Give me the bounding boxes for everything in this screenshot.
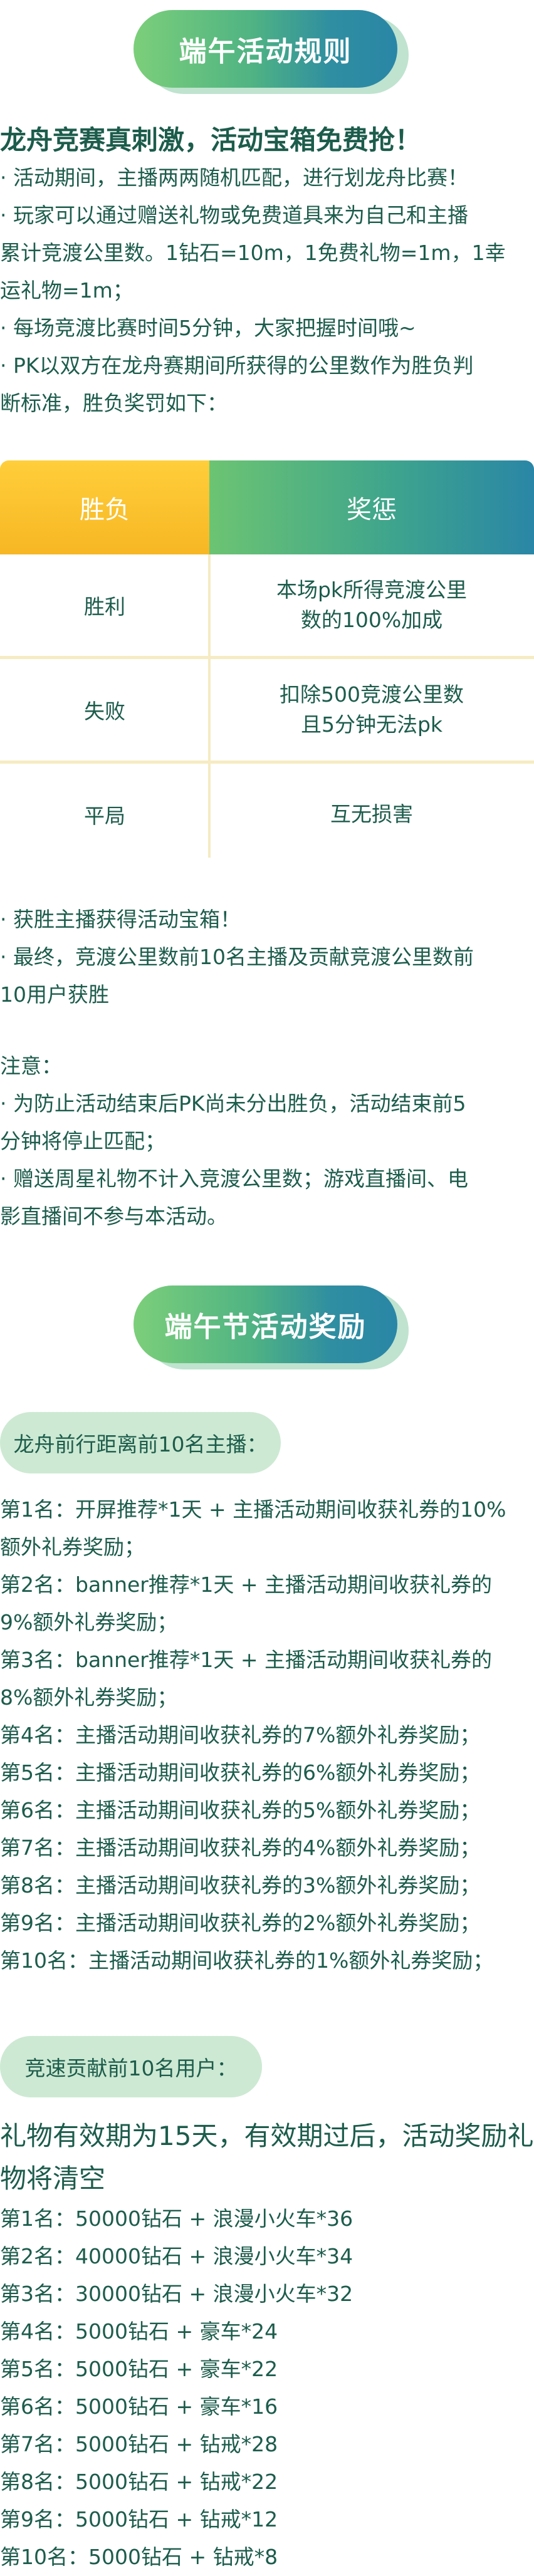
- rank-line: 第1名：开屏推荐*1天 + 主播活动期间收获礼券的10%: [0, 1497, 506, 1522]
- rank-line: 第7名：5000钻石 + 钻戒*28: [0, 2432, 278, 2456]
- row-reward: 扣除500竞渡公里数 且5分钟无法pk: [209, 659, 534, 761]
- notice-line: 影直播间不参与本活动。: [0, 1204, 228, 1228]
- rule-line: · 玩家可以通过赠送礼物或免费道具来为自己和主播: [0, 203, 468, 227]
- validity-line: 礼物有效期为15天，有效期过后，活动奖励礼: [0, 2121, 534, 2151]
- rules-title: 端午活动规则: [134, 10, 397, 88]
- rank-line: 第5名：主播活动期间收获礼券的6%额外礼券奖励；: [0, 1760, 481, 1785]
- validity-line: 物将清空: [0, 2163, 106, 2194]
- rank-line: 8%额外礼券奖励；: [0, 1685, 178, 1710]
- reward-line: 本场pk所得竞渡公里: [276, 578, 468, 602]
- rewards-title: 端午节活动奖励: [134, 1285, 397, 1363]
- rank-line: 第3名：30000钻石 + 浪漫小火车*32: [0, 2282, 353, 2306]
- table-row: 平局 互无损害: [0, 764, 534, 865]
- rules-title-banner: 端午活动规则: [134, 10, 410, 100]
- rank-line: 第6名：主播活动期间收获礼券的5%额外礼券奖励；: [0, 1798, 481, 1822]
- rank-line: 第9名：5000钻石 + 钻戒*12: [0, 2507, 278, 2532]
- rule-line: · 每场竞渡比赛时间5分钟，大家把握时间哦~: [0, 316, 416, 340]
- text-line: 10用户获胜: [0, 982, 109, 1007]
- reward-line: 且5分钟无法pk: [300, 712, 443, 737]
- notice-line: 分钟将停止匹配；: [0, 1129, 165, 1153]
- anchor-rank-list: 第1名：开屏推荐*1天 + 主播活动期间收获礼券的10% 额外礼券奖励； 第2名…: [0, 1491, 534, 1980]
- notice-label: 注意：: [0, 1054, 62, 1078]
- notice-block: 注意： · 为防止活动结束后PK尚未分出胜负，活动结束前5 分钟将停止匹配； ·…: [0, 1047, 534, 1235]
- header-reward: 奖惩: [209, 460, 534, 554]
- rule-line: 累计竞渡公里数。1钻石=10m，1免费礼物=1m，1幸: [0, 241, 506, 265]
- rule-line: · PK以双方在龙舟赛期间所获得的公里数作为胜负判: [0, 353, 474, 378]
- row-result: 平局: [84, 804, 125, 828]
- rank-line: 第4名：主播活动期间收获礼券的7%额外礼券奖励；: [0, 1723, 481, 1747]
- rank-line: 第7名：主播活动期间收获礼券的4%额外礼券奖励；: [0, 1836, 481, 1860]
- rank-line: 第5名：5000钻石 + 豪车*22: [0, 2357, 278, 2381]
- rank-line: 第10名：5000钻石 + 钻戒*8: [0, 2545, 278, 2569]
- rank-line: 第1名：50000钻石 + 浪漫小火车*36: [0, 2206, 353, 2231]
- rule-line: 断标准，胜负奖罚如下：: [0, 391, 228, 415]
- rank-line: 额外礼券奖励；: [0, 1535, 145, 1559]
- header-result: 胜负: [0, 460, 209, 554]
- text-line: · 获胜主播获得活动宝箱！: [0, 907, 241, 932]
- rank-line: 第10名：主播活动期间收获礼券的1%额外礼券奖励；: [0, 1948, 494, 1973]
- row-reward: 本场pk所得竞渡公里 数的100%加成: [209, 554, 534, 656]
- rank-line: 第9名：主播活动期间收获礼券的2%额外礼券奖励；: [0, 1911, 481, 1935]
- rank-line: 第8名：5000钻石 + 钻戒*22: [0, 2470, 278, 2494]
- validity-note: 礼物有效期为15天，有效期过后，活动奖励礼 物将清空: [0, 2115, 534, 2200]
- notice-line: · 赠送周星礼物不计入竞渡公里数；游戏直播间、电: [0, 1166, 468, 1191]
- rule-item: · 活动期间，主播两两随机匹配，进行划龙舟比赛！ · 玩家可以通过赠送礼物或免费…: [0, 159, 534, 422]
- row-reward: 互无损害: [209, 764, 534, 865]
- after-table-text: · 获胜主播获得活动宝箱！ · 最终，竞渡公里数前10名主播及贡献竞渡公里数前 …: [0, 901, 534, 1014]
- rank-line: 第4名：5000钻石 + 豪车*24: [0, 2319, 278, 2344]
- rank-line: 第2名：banner推荐*1天 + 主播活动期间收获礼券的: [0, 1572, 492, 1597]
- reward-line: 互无损害: [330, 802, 413, 826]
- reward-line: 数的100%加成: [300, 608, 443, 632]
- table-header: 胜负 奖惩: [0, 460, 534, 554]
- notice-line: · 为防止活动结束后PK尚未分出胜负，活动结束前5: [0, 1091, 466, 1116]
- rank-line: 第3名：banner推荐*1天 + 主播活动期间收获礼券的: [0, 1648, 492, 1672]
- rank-line: 第6名：5000钻石 + 豪车*16: [0, 2394, 278, 2419]
- table-row: 失败 扣除500竞渡公里数 且5分钟无法pk: [0, 659, 534, 761]
- rewards-title-banner: 端午节活动奖励: [134, 1285, 410, 1376]
- user-section-label: 竞速贡献前10名用户：: [0, 2036, 262, 2097]
- rank-line: 9%额外礼券奖励；: [0, 1610, 178, 1634]
- rule-line: 运礼物=1m；: [0, 278, 134, 303]
- reward-penalty-table: 胜负 奖惩 胜利 本场pk所得竞渡公里 数的100%加成 失败 扣除500竞渡公里…: [0, 460, 534, 864]
- table-row: 胜利 本场pk所得竞渡公里 数的100%加成: [0, 554, 534, 656]
- rule-line: · 活动期间，主播两两随机匹配，进行划龙舟比赛！: [0, 165, 468, 190]
- user-rank-list: 第1名：50000钻石 + 浪漫小火车*36 第2名：40000钻石 + 浪漫小…: [0, 2200, 534, 2576]
- rank-line: 第8名：主播活动期间收获礼券的3%额外礼券奖励；: [0, 1873, 481, 1898]
- rank-line: 第2名：40000钻石 + 浪漫小火车*34: [0, 2244, 353, 2268]
- reward-line: 扣除500竞渡公里数: [280, 682, 464, 707]
- text-line: · 最终，竞渡公里数前10名主播及贡献竞渡公里数前: [0, 945, 474, 969]
- intro-heading: 龙舟竞赛真刺激，活动宝箱免费抢！: [0, 125, 422, 155]
- row-result: 失败: [84, 699, 125, 724]
- row-result: 胜利: [84, 595, 125, 619]
- anchor-section-label: 龙舟前行距离前10名主播：: [0, 1412, 281, 1473]
